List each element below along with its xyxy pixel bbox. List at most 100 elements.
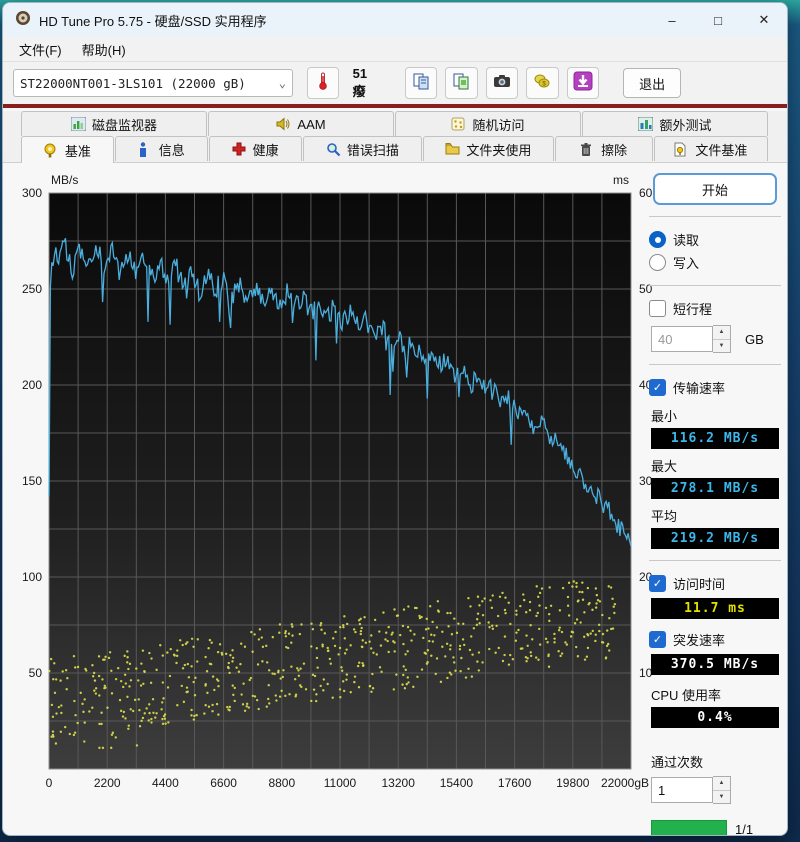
- tab-row-secondary: 磁盘监视器 AAM 随机访问 额外测试: [3, 111, 787, 136]
- burst-rate-value: 370.5 MB/s: [651, 654, 779, 675]
- magnifier-icon: [326, 142, 341, 157]
- stepper-down-icon[interactable]: ▼: [713, 339, 730, 352]
- coins-icon: $: [533, 73, 551, 94]
- sidebar-controls: 开始 读取 写入 短行程 40 ▲ ▼ GB ✓ 传输速率 最小 116.2 M…: [649, 165, 781, 836]
- stepper-down-icon[interactable]: ▼: [713, 790, 730, 803]
- burst-rate-option[interactable]: ✓ 突发速率: [649, 628, 781, 651]
- toolbar: ST22000NT001-3LS101 (22000 gB) ⌄ 51癈 $ 退…: [3, 62, 787, 104]
- read-radio[interactable]: [649, 231, 666, 248]
- extra-tests-icon: [638, 117, 654, 131]
- close-button[interactable]: ✕: [741, 3, 787, 37]
- svg-text:22000gB: 22000gB: [601, 776, 649, 790]
- svg-text:200: 200: [22, 378, 42, 392]
- min-label: 最小: [651, 409, 678, 424]
- gb-unit-label: GB: [745, 331, 764, 347]
- transfer-rate-option[interactable]: ✓ 传输速率: [649, 376, 781, 399]
- menu-help[interactable]: 帮助(H): [74, 38, 134, 61]
- benchmark-panel: MB/s ms 300 250 200 150 100 50 60 50 40 30 20 10 0 2200…: [3, 163, 787, 835]
- accent-line: [3, 104, 787, 108]
- tab-error-scan[interactable]: 错误扫描: [302, 136, 423, 161]
- window-title: HD Tune Pro 5.75 - 硬盘/SSD 实用程序: [39, 13, 267, 29]
- update-button[interactable]: [566, 67, 600, 99]
- menu-file[interactable]: 文件(F): [11, 38, 70, 61]
- info-icon: [138, 142, 153, 157]
- copy-image-icon: [452, 72, 470, 95]
- title-bar: HD Tune Pro 5.75 - 硬盘/SSD 实用程序 – □ ✕: [3, 3, 787, 37]
- svg-text:11000: 11000: [324, 776, 357, 790]
- progress-bar: [651, 820, 727, 835]
- avg-label: 平均: [651, 509, 678, 524]
- min-value: 116.2 MB/s: [651, 428, 779, 449]
- svg-text:ms: ms: [613, 173, 629, 187]
- tab-extra-tests[interactable]: 额外测试: [582, 111, 768, 136]
- svg-text:8800: 8800: [268, 776, 295, 790]
- svg-text:2200: 2200: [94, 776, 121, 790]
- download-arrow-icon: [573, 71, 593, 96]
- disk-monitor-icon: [70, 117, 86, 131]
- health-cross-icon: [232, 142, 247, 156]
- app-window: HD Tune Pro 5.75 - 硬盘/SSD 实用程序 – □ ✕ 文件(…: [2, 2, 788, 836]
- benchmark-chart-svg: MB/s ms300250200150100506050403020100 2200…: [22, 173, 653, 790]
- temperature-button[interactable]: [306, 67, 339, 99]
- access-time-checkbox[interactable]: ✓: [649, 575, 666, 592]
- start-button[interactable]: 开始: [653, 173, 777, 205]
- short-stroke-option[interactable]: 短行程: [649, 297, 781, 320]
- trash-icon: [580, 142, 595, 156]
- progress-text: 1/1: [735, 822, 754, 836]
- camera-icon: [493, 74, 511, 93]
- tab-file-benchmark[interactable]: 文件基准: [653, 136, 768, 161]
- svg-text:300: 300: [22, 186, 42, 200]
- burst-rate-checkbox[interactable]: ✓: [649, 631, 666, 648]
- tab-aam[interactable]: AAM: [208, 111, 394, 136]
- drive-select[interactable]: ST22000NT001-3LS101 (22000 gB) ⌄: [13, 69, 293, 97]
- tab-random-access[interactable]: 随机访问: [395, 111, 581, 136]
- svg-text:13200: 13200: [382, 776, 416, 790]
- pass-count-input[interactable]: 1: [651, 777, 713, 803]
- svg-text:19800: 19800: [556, 776, 590, 790]
- stepper-up-icon[interactable]: ▲: [713, 777, 730, 791]
- app-icon: [15, 10, 31, 31]
- svg-text:4400: 4400: [152, 776, 179, 790]
- screenshot-button[interactable]: [485, 67, 519, 99]
- access-time-value: 11.7 ms: [651, 598, 779, 619]
- pass-count-stepper[interactable]: ▲ ▼: [713, 776, 731, 804]
- short-stroke-size-input[interactable]: 40: [651, 326, 713, 352]
- svg-text:50: 50: [29, 666, 43, 680]
- register-button[interactable]: $: [526, 67, 559, 99]
- cpu-usage-value: 0.4%: [651, 707, 779, 728]
- tab-row-primary: 基准 信息 健康 错误扫描 文件夹使用 擦除 文件基准: [3, 136, 787, 163]
- maximize-button[interactable]: □: [695, 3, 741, 37]
- access-time-option[interactable]: ✓ 访问时间: [649, 572, 781, 595]
- svg-text:100: 100: [22, 570, 42, 584]
- svg-text:MB/s: MB/s: [51, 173, 78, 187]
- tab-health[interactable]: 健康: [208, 136, 302, 161]
- benchmark-chart: MB/s ms 300 250 200 150 100 50 60 50 40 30 20 10 0 2200…: [9, 167, 657, 812]
- copy-image-button[interactable]: [445, 67, 478, 99]
- thermometer-icon: [317, 72, 329, 95]
- stepper-up-icon[interactable]: ▲: [713, 326, 730, 340]
- benchmark-icon: [44, 143, 59, 158]
- divider: [649, 285, 781, 286]
- svg-text:15400: 15400: [440, 776, 474, 790]
- svg-text:6600: 6600: [210, 776, 237, 790]
- transfer-rate-checkbox[interactable]: ✓: [649, 379, 666, 396]
- exit-button[interactable]: 退出: [623, 68, 681, 98]
- max-label: 最大: [651, 459, 678, 474]
- copy-text-button[interactable]: [404, 67, 438, 99]
- random-access-icon: [451, 117, 466, 131]
- svg-text:0: 0: [46, 776, 53, 790]
- minimize-button[interactable]: –: [649, 3, 695, 37]
- tab-disk-monitor[interactable]: 磁盘监视器: [21, 111, 207, 136]
- tab-erase[interactable]: 擦除: [554, 136, 653, 161]
- tab-folder-usage[interactable]: 文件夹使用: [423, 136, 554, 161]
- short-stroke-checkbox[interactable]: [649, 300, 666, 317]
- divider: [649, 216, 781, 217]
- svg-text:250: 250: [22, 282, 42, 296]
- write-radio[interactable]: [649, 254, 666, 271]
- chevron-down-icon: ⌄: [278, 76, 286, 90]
- tab-benchmark[interactable]: 基准: [21, 136, 114, 163]
- write-option[interactable]: 写入: [649, 251, 781, 274]
- tab-info[interactable]: 信息: [114, 136, 208, 161]
- read-option[interactable]: 读取: [649, 228, 781, 251]
- short-stroke-stepper[interactable]: ▲ ▼: [713, 325, 731, 353]
